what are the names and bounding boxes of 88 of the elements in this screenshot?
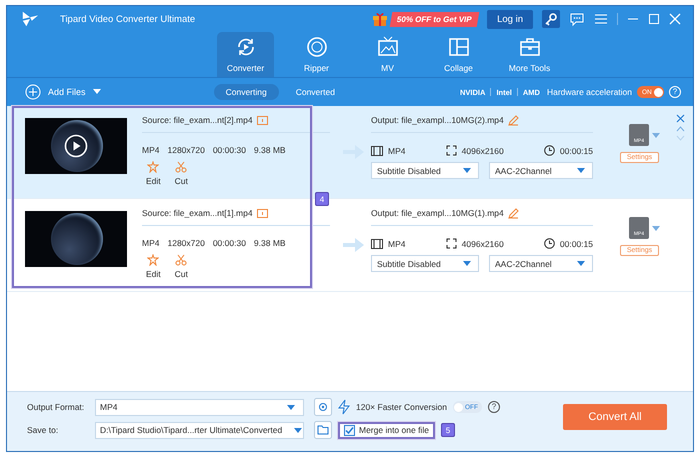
output-format: MP4 bbox=[388, 238, 406, 248]
pencil-icon[interactable] bbox=[508, 114, 519, 126]
add-files-button[interactable]: Add Files bbox=[25, 84, 101, 100]
output-format-dropdown[interactable]: MP4 bbox=[95, 398, 304, 416]
chat-icon[interactable] bbox=[569, 11, 585, 27]
close-icon[interactable] bbox=[676, 114, 685, 123]
chevron-up-icon[interactable] bbox=[676, 126, 685, 132]
save-to-label: Save to: bbox=[27, 425, 60, 435]
lightning-icon bbox=[338, 399, 350, 415]
audio-dropdown[interactable]: AAC-2Channel bbox=[489, 162, 593, 179]
nav-tab[interactable]: Ripper bbox=[288, 32, 345, 77]
caret-icon bbox=[92, 89, 101, 95]
pencil-icon[interactable] bbox=[508, 208, 519, 218]
annotation-badge: 5 bbox=[440, 423, 455, 437]
caret-icon[interactable] bbox=[652, 226, 660, 230]
view-tab[interactable]: Converted bbox=[284, 84, 347, 100]
output-resolution: 4096x2160 bbox=[462, 238, 504, 248]
subtitle-dropdown[interactable]: Subtitle Disabled bbox=[371, 255, 479, 272]
gift-icon bbox=[372, 11, 388, 27]
edit-button[interactable]: Edit bbox=[146, 161, 161, 186]
source-duration: 00:00:30 bbox=[212, 238, 246, 248]
subtitle-dropdown[interactable]: Subtitle Disabled bbox=[371, 162, 479, 179]
output-duration: 00:00:15 bbox=[560, 238, 593, 248]
help-button[interactable]: ? bbox=[488, 401, 500, 413]
maximize-icon[interactable] bbox=[648, 13, 660, 25]
folder-icon[interactable] bbox=[314, 421, 332, 439]
info-icon[interactable] bbox=[256, 208, 268, 218]
merge-label[interactable]: Merge into one file bbox=[359, 425, 429, 435]
output-resolution: 4096x2160 bbox=[462, 146, 504, 156]
collage-icon bbox=[448, 36, 470, 58]
file-size: 9.38 MB bbox=[254, 145, 286, 155]
source-filename: Source: file_exam...nt[2].mp4 bbox=[142, 115, 253, 125]
nav-tab[interactable]: Collage bbox=[430, 32, 487, 77]
nav-tab[interactable]: MV bbox=[359, 32, 416, 77]
output-filename: Output: file_exampl...10MG(1).mp4 bbox=[371, 208, 504, 218]
source-resolution: 1280x720 bbox=[167, 145, 205, 155]
login-button[interactable]: Log in bbox=[487, 10, 533, 28]
caret-icon bbox=[463, 261, 471, 266]
film-icon bbox=[371, 146, 383, 156]
output-filename: Output: file_exampl...10MG(2).mp4 bbox=[371, 115, 504, 125]
source-duration: 00:00:30 bbox=[212, 145, 246, 155]
source-filename: Source: file_exam...nt[1].mp4 bbox=[142, 208, 253, 218]
promo-banner[interactable]: 50% OFF to Get VIP bbox=[390, 12, 480, 26]
menu-icon[interactable] bbox=[594, 12, 608, 26]
annotation-badge: 4 bbox=[315, 192, 329, 206]
info-icon[interactable] bbox=[256, 116, 268, 124]
caret-icon bbox=[577, 168, 585, 173]
edit-button[interactable]: Edit bbox=[146, 254, 161, 279]
add-icon bbox=[25, 84, 41, 100]
source-format: MP4 bbox=[142, 145, 160, 155]
nav-tab[interactable]: Converter bbox=[217, 32, 274, 77]
faster-conversion-label: 120× Faster Conversion bbox=[356, 402, 447, 412]
clock-icon bbox=[544, 238, 555, 249]
cut-button[interactable]: Cut bbox=[174, 254, 188, 279]
help-button[interactable]: ? bbox=[669, 86, 681, 98]
film-icon bbox=[371, 238, 383, 248]
play-icon[interactable] bbox=[64, 134, 88, 158]
merge-checkbox[interactable] bbox=[344, 424, 355, 436]
toolbox-icon bbox=[518, 36, 540, 58]
nav-tab[interactable]: More Tools bbox=[501, 32, 558, 77]
output-duration: 00:00:15 bbox=[560, 146, 593, 156]
clock-icon bbox=[544, 145, 555, 156]
app-logo-icon bbox=[21, 10, 39, 28]
caret-icon bbox=[577, 261, 585, 266]
caret-icon bbox=[463, 168, 471, 173]
output-format: MP4 bbox=[388, 146, 406, 156]
tv-icon bbox=[376, 36, 398, 58]
key-icon[interactable] bbox=[542, 10, 560, 28]
audio-dropdown[interactable]: AAC-2Channel bbox=[489, 255, 593, 272]
disc-icon bbox=[306, 36, 328, 58]
file-size: 9.38 MB bbox=[254, 238, 286, 248]
gear-icon[interactable] bbox=[314, 398, 332, 416]
checkmark-icon bbox=[345, 426, 354, 434]
save-path-dropdown[interactable]: D:\Tipard Studio\Tipard...rter Ultimate\Converted bbox=[95, 422, 304, 438]
hardware-acceleration-label: Hardware acceleration bbox=[546, 87, 632, 97]
view-tab[interactable]: Converting bbox=[214, 84, 279, 100]
cut-button[interactable]: Cut bbox=[174, 161, 188, 186]
output-format-label: Output Format: bbox=[27, 402, 86, 412]
source-format: MP4 bbox=[142, 238, 160, 248]
resize-icon bbox=[446, 145, 457, 156]
caret-icon bbox=[287, 404, 295, 410]
convert-all-button[interactable]: Convert All bbox=[563, 404, 667, 430]
source-resolution: 1280x720 bbox=[167, 238, 205, 248]
window-title: Tipard Video Converter Ultimate bbox=[60, 14, 196, 24]
resize-icon bbox=[446, 238, 457, 249]
caret-icon bbox=[294, 428, 302, 432]
caret-icon[interactable] bbox=[652, 132, 660, 138]
arrow-icon bbox=[343, 237, 365, 253]
